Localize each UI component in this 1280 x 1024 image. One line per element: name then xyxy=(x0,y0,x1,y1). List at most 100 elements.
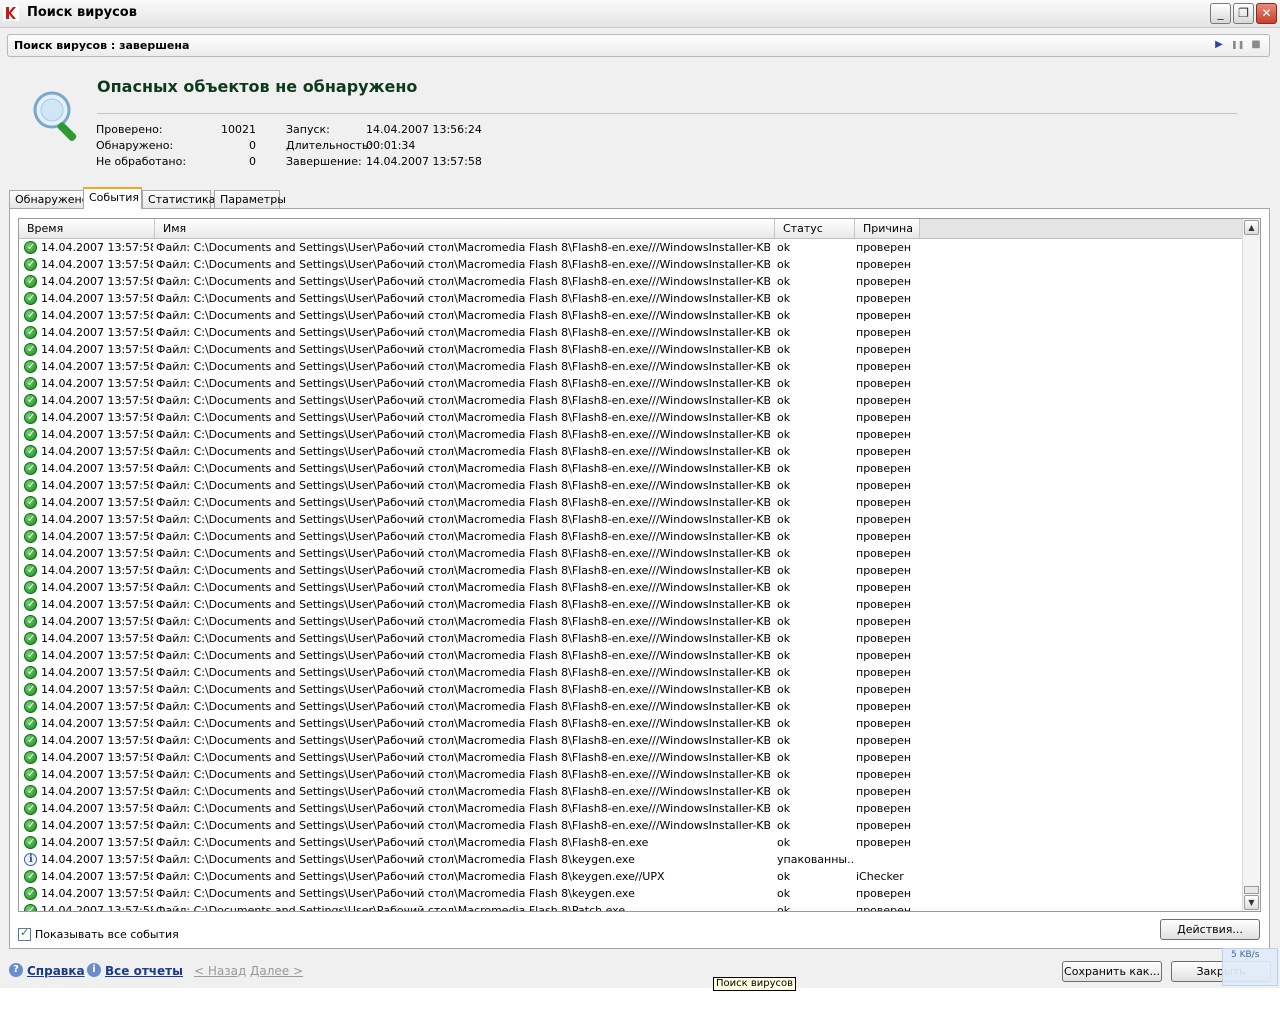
scroll-up-button[interactable]: ▲ xyxy=(1244,220,1259,235)
table-row[interactable]: 14.04.2007 13:57:58Файл: C:\Documents an… xyxy=(19,698,1242,715)
table-row[interactable]: 14.04.2007 13:57:58Файл: C:\Documents an… xyxy=(19,358,1242,375)
tab-detected[interactable]: Обнаружено xyxy=(9,190,88,208)
table-row[interactable]: 14.04.2007 13:57:58Файл: C:\Documents an… xyxy=(19,392,1242,409)
table-row[interactable]: 14.04.2007 13:57:58Файл: C:\Documents an… xyxy=(19,732,1242,749)
help-link[interactable]: Справка xyxy=(27,964,85,978)
cell-reason: проверен xyxy=(856,904,912,912)
table-row[interactable]: 14.04.2007 13:57:58Файл: C:\Documents an… xyxy=(19,562,1242,579)
table-row[interactable]: 14.04.2007 13:57:58Файл: C:\Documents an… xyxy=(19,256,1242,273)
table-row[interactable]: 14.04.2007 13:57:58Файл: C:\Documents an… xyxy=(19,273,1242,290)
cell-reason: проверен xyxy=(856,547,912,560)
cell-reason: проверен xyxy=(856,581,912,594)
cell-name: Файл: C:\Documents and Settings\User\Раб… xyxy=(156,343,770,356)
play-icon[interactable]: ▶ xyxy=(1213,39,1225,51)
table-row[interactable]: 14.04.2007 13:57:58Файл: C:\Documents an… xyxy=(19,647,1242,664)
table-row[interactable]: 14.04.2007 13:57:58Файл: C:\Documents an… xyxy=(19,902,1242,912)
table-row[interactable]: 14.04.2007 13:57:58Файл: C:\Documents an… xyxy=(19,783,1242,800)
table-row[interactable]: 14.04.2007 13:57:58Файл: C:\Documents an… xyxy=(19,460,1242,477)
events-table[interactable]: Время Имя Статус Причина 14.04.2007 13:5… xyxy=(18,218,1261,912)
check-ok-icon xyxy=(24,273,37,290)
table-row[interactable]: 14.04.2007 13:57:58Файл: C:\Documents an… xyxy=(19,528,1242,545)
table-row[interactable]: 14.04.2007 13:57:58Файл: C:\Documents an… xyxy=(19,681,1242,698)
table-row[interactable]: 14.04.2007 13:57:58Файл: C:\Documents an… xyxy=(19,375,1242,392)
table-row[interactable]: 14.04.2007 13:57:58Файл: C:\Documents an… xyxy=(19,511,1242,528)
cell-name: Файл: C:\Documents and Settings\User\Раб… xyxy=(156,377,770,390)
cell-reason: iChecker xyxy=(856,870,904,883)
cell-time: 14.04.2007 13:57:58 xyxy=(41,377,153,390)
column-header-reason[interactable]: Причина xyxy=(855,219,920,238)
table-row[interactable]: 14.04.2007 13:57:58Файл: C:\Documents an… xyxy=(19,851,1242,868)
cell-reason: проверен xyxy=(856,479,912,492)
table-row[interactable]: 14.04.2007 13:57:58Файл: C:\Documents an… xyxy=(19,596,1242,613)
table-header: Время Имя Статус Причина xyxy=(19,219,1242,239)
table-row[interactable]: 14.04.2007 13:57:58Файл: C:\Documents an… xyxy=(19,817,1242,834)
table-row[interactable]: 14.04.2007 13:57:58Файл: C:\Documents an… xyxy=(19,715,1242,732)
table-row[interactable]: 14.04.2007 13:57:58Файл: C:\Documents an… xyxy=(19,409,1242,426)
table-row[interactable]: 14.04.2007 13:57:58Файл: C:\Documents an… xyxy=(19,800,1242,817)
table-row[interactable]: 14.04.2007 13:57:58Файл: C:\Documents an… xyxy=(19,579,1242,596)
check-ok-icon xyxy=(24,375,37,392)
actions-button[interactable]: Действия... xyxy=(1160,919,1260,940)
cell-name: Файл: C:\Documents and Settings\User\Раб… xyxy=(156,615,770,628)
show-all-events-label[interactable]: Показывать все события xyxy=(35,928,179,941)
cell-name: Файл: C:\Documents and Settings\User\Раб… xyxy=(156,258,770,271)
all-reports-link[interactable]: Все отчеты xyxy=(105,964,183,978)
cell-name: Файл: C:\Documents and Settings\User\Раб… xyxy=(156,683,770,696)
column-header-name[interactable]: Имя xyxy=(155,219,775,238)
reports-info-icon[interactable]: i xyxy=(87,963,101,977)
unprocessed-value: 0 xyxy=(249,155,256,168)
cell-time: 14.04.2007 13:57:58 xyxy=(41,870,153,883)
back-link[interactable]: < Назад xyxy=(194,964,246,978)
pause-icon[interactable]: ❚❚ xyxy=(1231,39,1244,51)
table-row[interactable]: 14.04.2007 13:57:58Файл: C:\Documents an… xyxy=(19,443,1242,460)
tab-statistics[interactable]: Статистика xyxy=(142,190,215,208)
scroll-thumb[interactable] xyxy=(1244,886,1259,894)
table-row[interactable]: 14.04.2007 13:57:58Файл: C:\Documents an… xyxy=(19,324,1242,341)
table-row[interactable]: 14.04.2007 13:57:58Файл: C:\Documents an… xyxy=(19,477,1242,494)
close-window-button[interactable]: ✕ xyxy=(1256,3,1277,24)
help-icon[interactable]: ? xyxy=(9,963,23,977)
table-row[interactable]: 14.04.2007 13:57:58Файл: C:\Documents an… xyxy=(19,630,1242,647)
scroll-down-button[interactable]: ▼ xyxy=(1244,895,1259,910)
cell-status: ok xyxy=(777,632,791,645)
cell-time: 14.04.2007 13:57:58 xyxy=(41,717,153,730)
table-row[interactable]: 14.04.2007 13:57:58Файл: C:\Documents an… xyxy=(19,494,1242,511)
table-row[interactable]: 14.04.2007 13:57:58Файл: C:\Documents an… xyxy=(19,868,1242,885)
table-row[interactable]: 14.04.2007 13:57:58Файл: C:\Documents an… xyxy=(19,239,1242,256)
table-row[interactable]: 14.04.2007 13:57:58Файл: C:\Documents an… xyxy=(19,426,1242,443)
table-row[interactable]: 14.04.2007 13:57:58Файл: C:\Documents an… xyxy=(19,290,1242,307)
table-row[interactable]: 14.04.2007 13:57:58Файл: C:\Documents an… xyxy=(19,766,1242,783)
column-header-time[interactable]: Время xyxy=(19,219,155,238)
cell-name: Файл: C:\Documents and Settings\User\Раб… xyxy=(156,241,770,254)
cell-status: ok xyxy=(777,326,791,339)
table-row[interactable]: 14.04.2007 13:57:58Файл: C:\Documents an… xyxy=(19,664,1242,681)
column-header-status[interactable]: Статус xyxy=(775,219,855,238)
minimize-button[interactable]: _ xyxy=(1210,3,1231,24)
cell-status: ok xyxy=(777,309,791,322)
table-row[interactable]: 14.04.2007 13:57:58Файл: C:\Documents an… xyxy=(19,834,1242,851)
tab-events[interactable]: События xyxy=(83,187,142,209)
cell-time: 14.04.2007 13:57:58 xyxy=(41,768,153,781)
cell-name: Файл: C:\Documents and Settings\User\Раб… xyxy=(156,802,770,815)
cell-name: Файл: C:\Documents and Settings\User\Раб… xyxy=(156,411,770,424)
cell-status: ok xyxy=(777,360,791,373)
table-row[interactable]: 14.04.2007 13:57:58Файл: C:\Documents an… xyxy=(19,545,1242,562)
table-row[interactable]: 14.04.2007 13:57:58Файл: C:\Documents an… xyxy=(19,341,1242,358)
table-row[interactable]: 14.04.2007 13:57:58Файл: C:\Documents an… xyxy=(19,307,1242,324)
check-ok-icon xyxy=(24,494,37,511)
cell-reason: проверен xyxy=(856,649,912,662)
table-row[interactable]: 14.04.2007 13:57:58Файл: C:\Documents an… xyxy=(19,749,1242,766)
tab-parameters[interactable]: Параметры xyxy=(214,190,286,208)
maximize-button[interactable]: ❐ xyxy=(1233,3,1254,24)
table-row[interactable]: 14.04.2007 13:57:58Файл: C:\Documents an… xyxy=(19,613,1242,630)
show-all-events-checkbox[interactable] xyxy=(18,926,31,941)
next-link[interactable]: Далее > xyxy=(250,964,303,978)
vertical-scrollbar[interactable]: ▲ ▼ xyxy=(1242,219,1260,911)
title-bar[interactable]: Поиск вирусов _ ❐ ✕ xyxy=(0,0,1280,28)
cell-reason: проверен xyxy=(856,377,912,390)
save-as-button[interactable]: Сохранить как... xyxy=(1062,961,1162,982)
cell-reason: проверен xyxy=(856,428,912,441)
table-row[interactable]: 14.04.2007 13:57:58Файл: C:\Documents an… xyxy=(19,885,1242,902)
stop-icon[interactable]: ■ xyxy=(1250,39,1262,51)
cell-reason: проверен xyxy=(856,241,912,254)
